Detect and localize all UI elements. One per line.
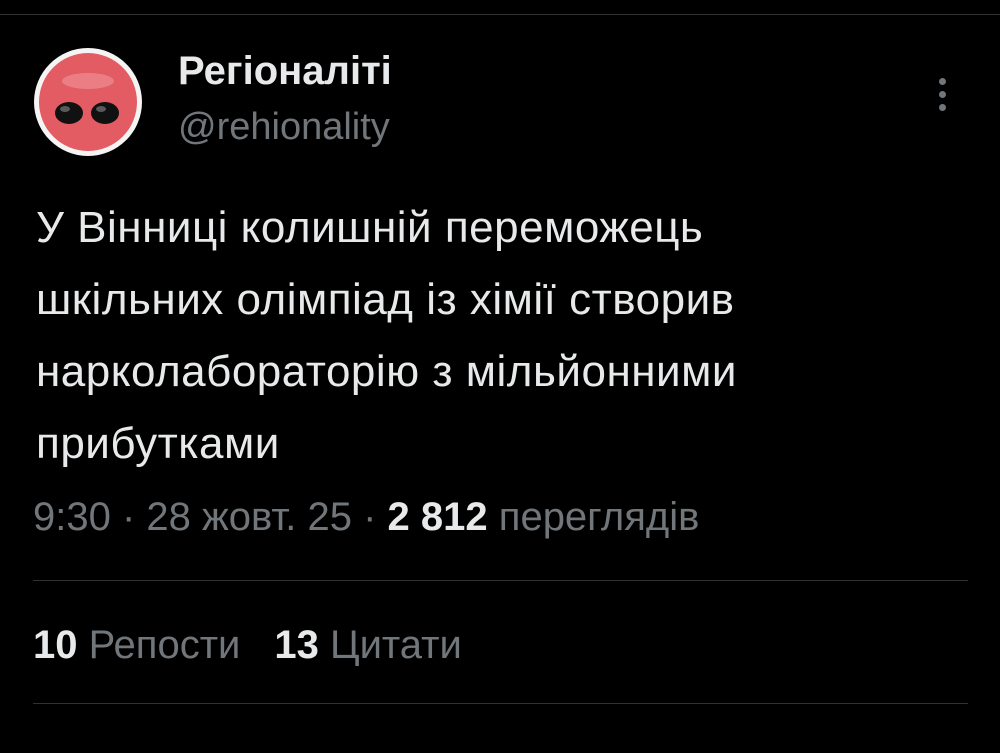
avatar-right-eye <box>91 102 119 124</box>
tweet-text: У Вінниці колишній переможець шкільних о… <box>36 203 737 468</box>
reposts-count: 10 <box>33 623 78 667</box>
engagement-stats: 10 Репости 13 Цитати <box>33 621 462 669</box>
more-vertical-icon <box>939 78 946 85</box>
quotes-count: 13 <box>274 623 319 667</box>
more-vertical-icon-dot <box>939 91 946 98</box>
tweet-time[interactable]: 9:30 <box>33 495 111 539</box>
more-vertical-icon-dot <box>939 104 946 111</box>
meta-separator: · <box>110 495 147 539</box>
tweet-date[interactable]: 28 жовт. 25 <box>146 495 352 539</box>
views-label: переглядів <box>498 495 700 539</box>
stats-divider <box>33 703 968 704</box>
avatar-right-eye-shine <box>96 106 106 112</box>
top-divider <box>0 14 1000 15</box>
quotes-label: Цитати <box>330 623 462 667</box>
profile-avatar[interactable] <box>33 47 143 157</box>
more-options-button[interactable] <box>922 70 962 120</box>
author-name[interactable]: Регіоналіті <box>178 48 392 94</box>
author-handle[interactable]: @rehionality <box>178 106 390 150</box>
avatar-face <box>39 53 137 151</box>
reposts-label: Репости <box>88 623 241 667</box>
meta-divider <box>33 580 968 581</box>
quotes-stat[interactable]: 13 Цитати <box>274 621 461 669</box>
views-count: 2 812 <box>387 495 488 539</box>
avatar-highlight <box>62 73 114 89</box>
meta-separator: · <box>352 495 388 539</box>
reposts-stat[interactable]: 10 Репости <box>33 621 240 669</box>
tweet-meta: 9:30 · 28 жовт. 25 · 2 812 переглядів <box>33 493 699 541</box>
avatar-left-eye-shine <box>60 106 70 112</box>
avatar-left-eye <box>55 102 83 124</box>
